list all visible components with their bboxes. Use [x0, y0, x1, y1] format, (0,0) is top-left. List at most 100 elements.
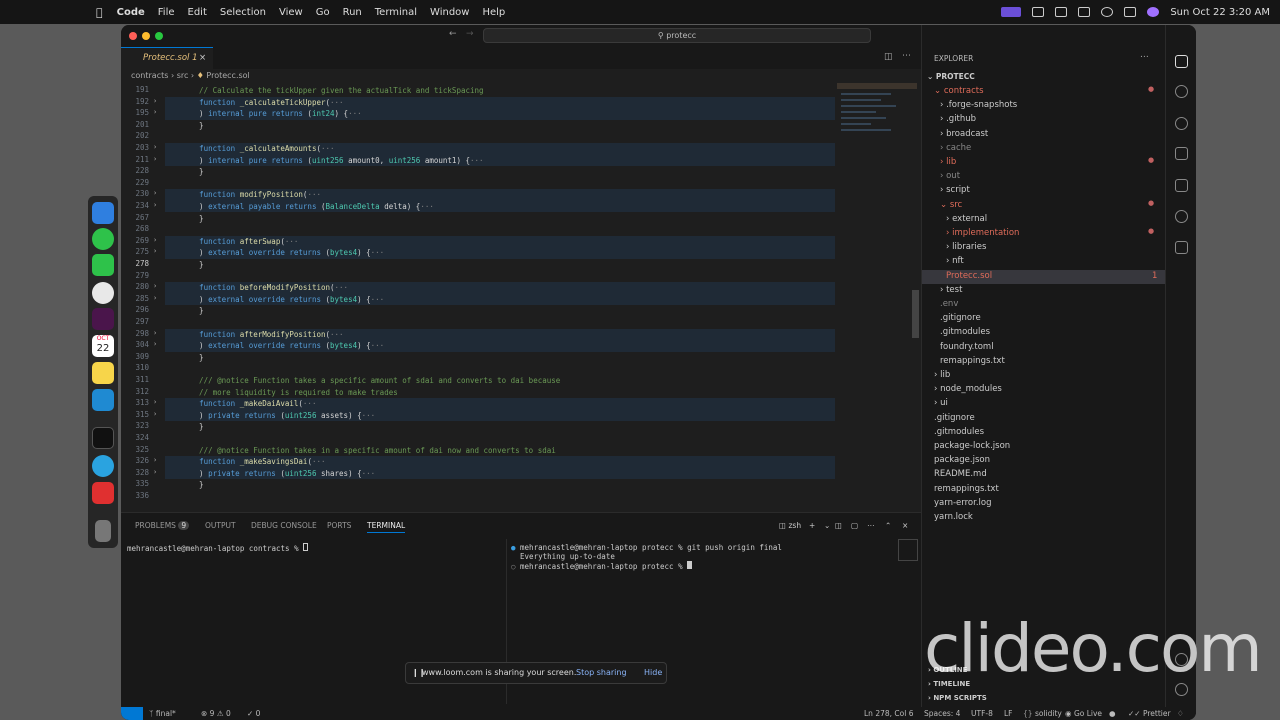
terminal-list-icon[interactable]	[898, 539, 918, 561]
tree-folder[interactable]: › broadcast	[922, 128, 1166, 142]
terminal-right[interactable]: ● mehrancastle@mehran-laptop protecc % g…	[511, 543, 782, 571]
fold-chevron-icon[interactable]: ›	[153, 143, 157, 151]
back-arrow-icon[interactable]: ←	[449, 29, 457, 39]
breadcrumb-contracts[interactable]: contracts	[131, 71, 168, 80]
tree-folder[interactable]: ⌄ src ●	[922, 199, 1166, 213]
editor-scrollbar[interactable]	[912, 290, 919, 338]
branch-indicator[interactable]: ᛉ final*	[149, 709, 176, 718]
terminal-left[interactable]: mehrancastle@mehran-laptop contracts %	[127, 543, 309, 553]
cursor-position[interactable]: Ln 278, Col 6	[864, 709, 913, 718]
code-editor[interactable]: 191 // Calculate the tickUpper given the…	[121, 85, 921, 511]
fold-chevron-icon[interactable]: ›	[153, 456, 157, 464]
fold-chevron-icon[interactable]: ›	[153, 247, 157, 255]
tree-folder[interactable]: › implementation ●	[922, 227, 1166, 241]
chrome-icon[interactable]	[92, 282, 114, 304]
app-icon[interactable]	[92, 482, 114, 504]
slack-icon[interactable]	[92, 308, 114, 330]
go-live-button[interactable]: ◉ Go Live	[1065, 709, 1102, 718]
tree-file[interactable]: package-lock.json	[922, 440, 1166, 454]
indentation[interactable]: Spaces: 4	[924, 709, 960, 718]
screen-share-icon[interactable]	[1001, 7, 1022, 17]
breadcrumb-file[interactable]: Protecc.sol	[206, 71, 249, 80]
tree-file[interactable]: foundry.toml	[922, 341, 1166, 355]
telegram-icon[interactable]	[92, 455, 114, 477]
menu-terminal[interactable]: Terminal	[375, 7, 417, 18]
remote-indicator-icon[interactable]	[121, 707, 143, 720]
fold-chevron-icon[interactable]: ›	[153, 340, 157, 348]
terminal-shell-selector[interactable]: ◫ zsh	[779, 521, 801, 530]
tree-file[interactable]: package.json	[922, 454, 1166, 468]
fold-chevron-icon[interactable]: ›	[153, 468, 157, 476]
menu-view[interactable]: View	[279, 7, 303, 18]
tab-terminal[interactable]: TERMINAL	[367, 521, 406, 533]
explorer-icon[interactable]	[1175, 55, 1188, 68]
forward-arrow-icon[interactable]: →	[466, 29, 474, 39]
explorer-root[interactable]: ⌄ PROTECC	[927, 72, 975, 81]
menu-selection[interactable]: Selection	[220, 7, 266, 18]
tree-folder[interactable]: › external	[922, 213, 1166, 227]
wifi-icon[interactable]	[1078, 7, 1091, 17]
terminal-icon[interactable]	[92, 427, 114, 449]
fold-chevron-icon[interactable]: ›	[153, 155, 157, 163]
status-icon[interactable]	[1032, 7, 1045, 17]
fold-chevron-icon[interactable]: ›	[153, 236, 157, 244]
source-control-icon[interactable]	[1175, 117, 1188, 130]
fold-chevron-icon[interactable]: ›	[153, 294, 157, 302]
tab-ports[interactable]: PORTS	[327, 521, 351, 530]
tree-folder[interactable]: › cache	[922, 142, 1166, 156]
tree-folder[interactable]: › node_modules	[922, 383, 1166, 397]
fold-chevron-icon[interactable]: ›	[153, 282, 157, 290]
copilot-icon[interactable]: ●	[1109, 709, 1116, 718]
encoding[interactable]: UTF-8	[971, 709, 993, 718]
tree-folder[interactable]: › script	[922, 184, 1166, 198]
menu-file[interactable]: File	[158, 7, 175, 18]
tree-file[interactable]: .gitmodules	[922, 426, 1166, 440]
tree-file[interactable]: yarn.lock	[922, 511, 1166, 525]
notes-icon[interactable]	[92, 362, 114, 384]
menu-edit[interactable]: Edit	[188, 7, 207, 18]
ports-indicator[interactable]: ✓ 0	[247, 709, 260, 718]
kill-terminal-icon[interactable]: ▢	[851, 521, 858, 530]
more-icon[interactable]: ⋯	[867, 521, 875, 530]
tree-file[interactable]: .env	[922, 298, 1166, 312]
command-center-search[interactable]: ⚲ protecc	[483, 28, 871, 43]
tree-folder[interactable]: › libraries	[922, 241, 1166, 255]
search-icon[interactable]	[1101, 7, 1114, 17]
tree-file[interactable]: Protecc.sol 1	[922, 269, 1166, 284]
split-editor-icon[interactable]: ◫	[884, 52, 893, 62]
vscode-icon[interactable]	[92, 389, 114, 411]
trash-icon[interactable]	[95, 520, 111, 542]
minimize-window-button[interactable]	[142, 32, 150, 40]
menu-app-name[interactable]: Code	[117, 7, 145, 18]
tree-folder[interactable]: › lib ●	[922, 156, 1166, 170]
tree-folder[interactable]: › nft	[922, 255, 1166, 269]
fold-chevron-icon[interactable]: ›	[153, 97, 157, 105]
tree-file[interactable]: .gitignore	[922, 412, 1166, 426]
close-window-button[interactable]	[129, 32, 137, 40]
tab-protecc-sol[interactable]: Protecc.sol 1 ×	[121, 47, 213, 69]
fold-chevron-icon[interactable]: ›	[153, 108, 157, 116]
run-debug-icon[interactable]	[1175, 147, 1188, 160]
search-icon[interactable]	[1175, 85, 1188, 98]
tree-file[interactable]: remappings.txt	[922, 355, 1166, 369]
close-panel-icon[interactable]: ×	[902, 521, 908, 530]
fold-chevron-icon[interactable]: ›	[153, 201, 157, 209]
problems-indicator[interactable]: ⊗ 9 ⚠ 0	[201, 709, 231, 718]
facetime-icon[interactable]	[92, 254, 114, 276]
minimap[interactable]	[837, 83, 917, 143]
tab-debug-console[interactable]: DEBUG CONSOLE	[251, 521, 317, 530]
fold-chevron-icon[interactable]: ›	[153, 189, 157, 197]
messages-icon[interactable]	[92, 228, 114, 250]
explorer-more-icon[interactable]: ⋯	[1140, 52, 1149, 62]
tree-folder[interactable]: › test	[922, 284, 1166, 298]
clock[interactable]: Sun Oct 22 3:20 AM	[1170, 7, 1270, 18]
menu-window[interactable]: Window	[430, 7, 469, 18]
menu-help[interactable]: Help	[482, 7, 505, 18]
breadcrumb-src[interactable]: src	[177, 71, 189, 80]
section-npm-scripts[interactable]: › NPM SCRIPTS	[928, 694, 987, 702]
notifications-icon[interactable]: ♢	[1177, 709, 1184, 718]
language-mode[interactable]: {} solidity	[1023, 709, 1062, 718]
fold-chevron-icon[interactable]: ›	[153, 398, 157, 406]
tree-file[interactable]: remappings.txt	[922, 483, 1166, 497]
tree-folder[interactable]: › .github	[922, 113, 1166, 127]
